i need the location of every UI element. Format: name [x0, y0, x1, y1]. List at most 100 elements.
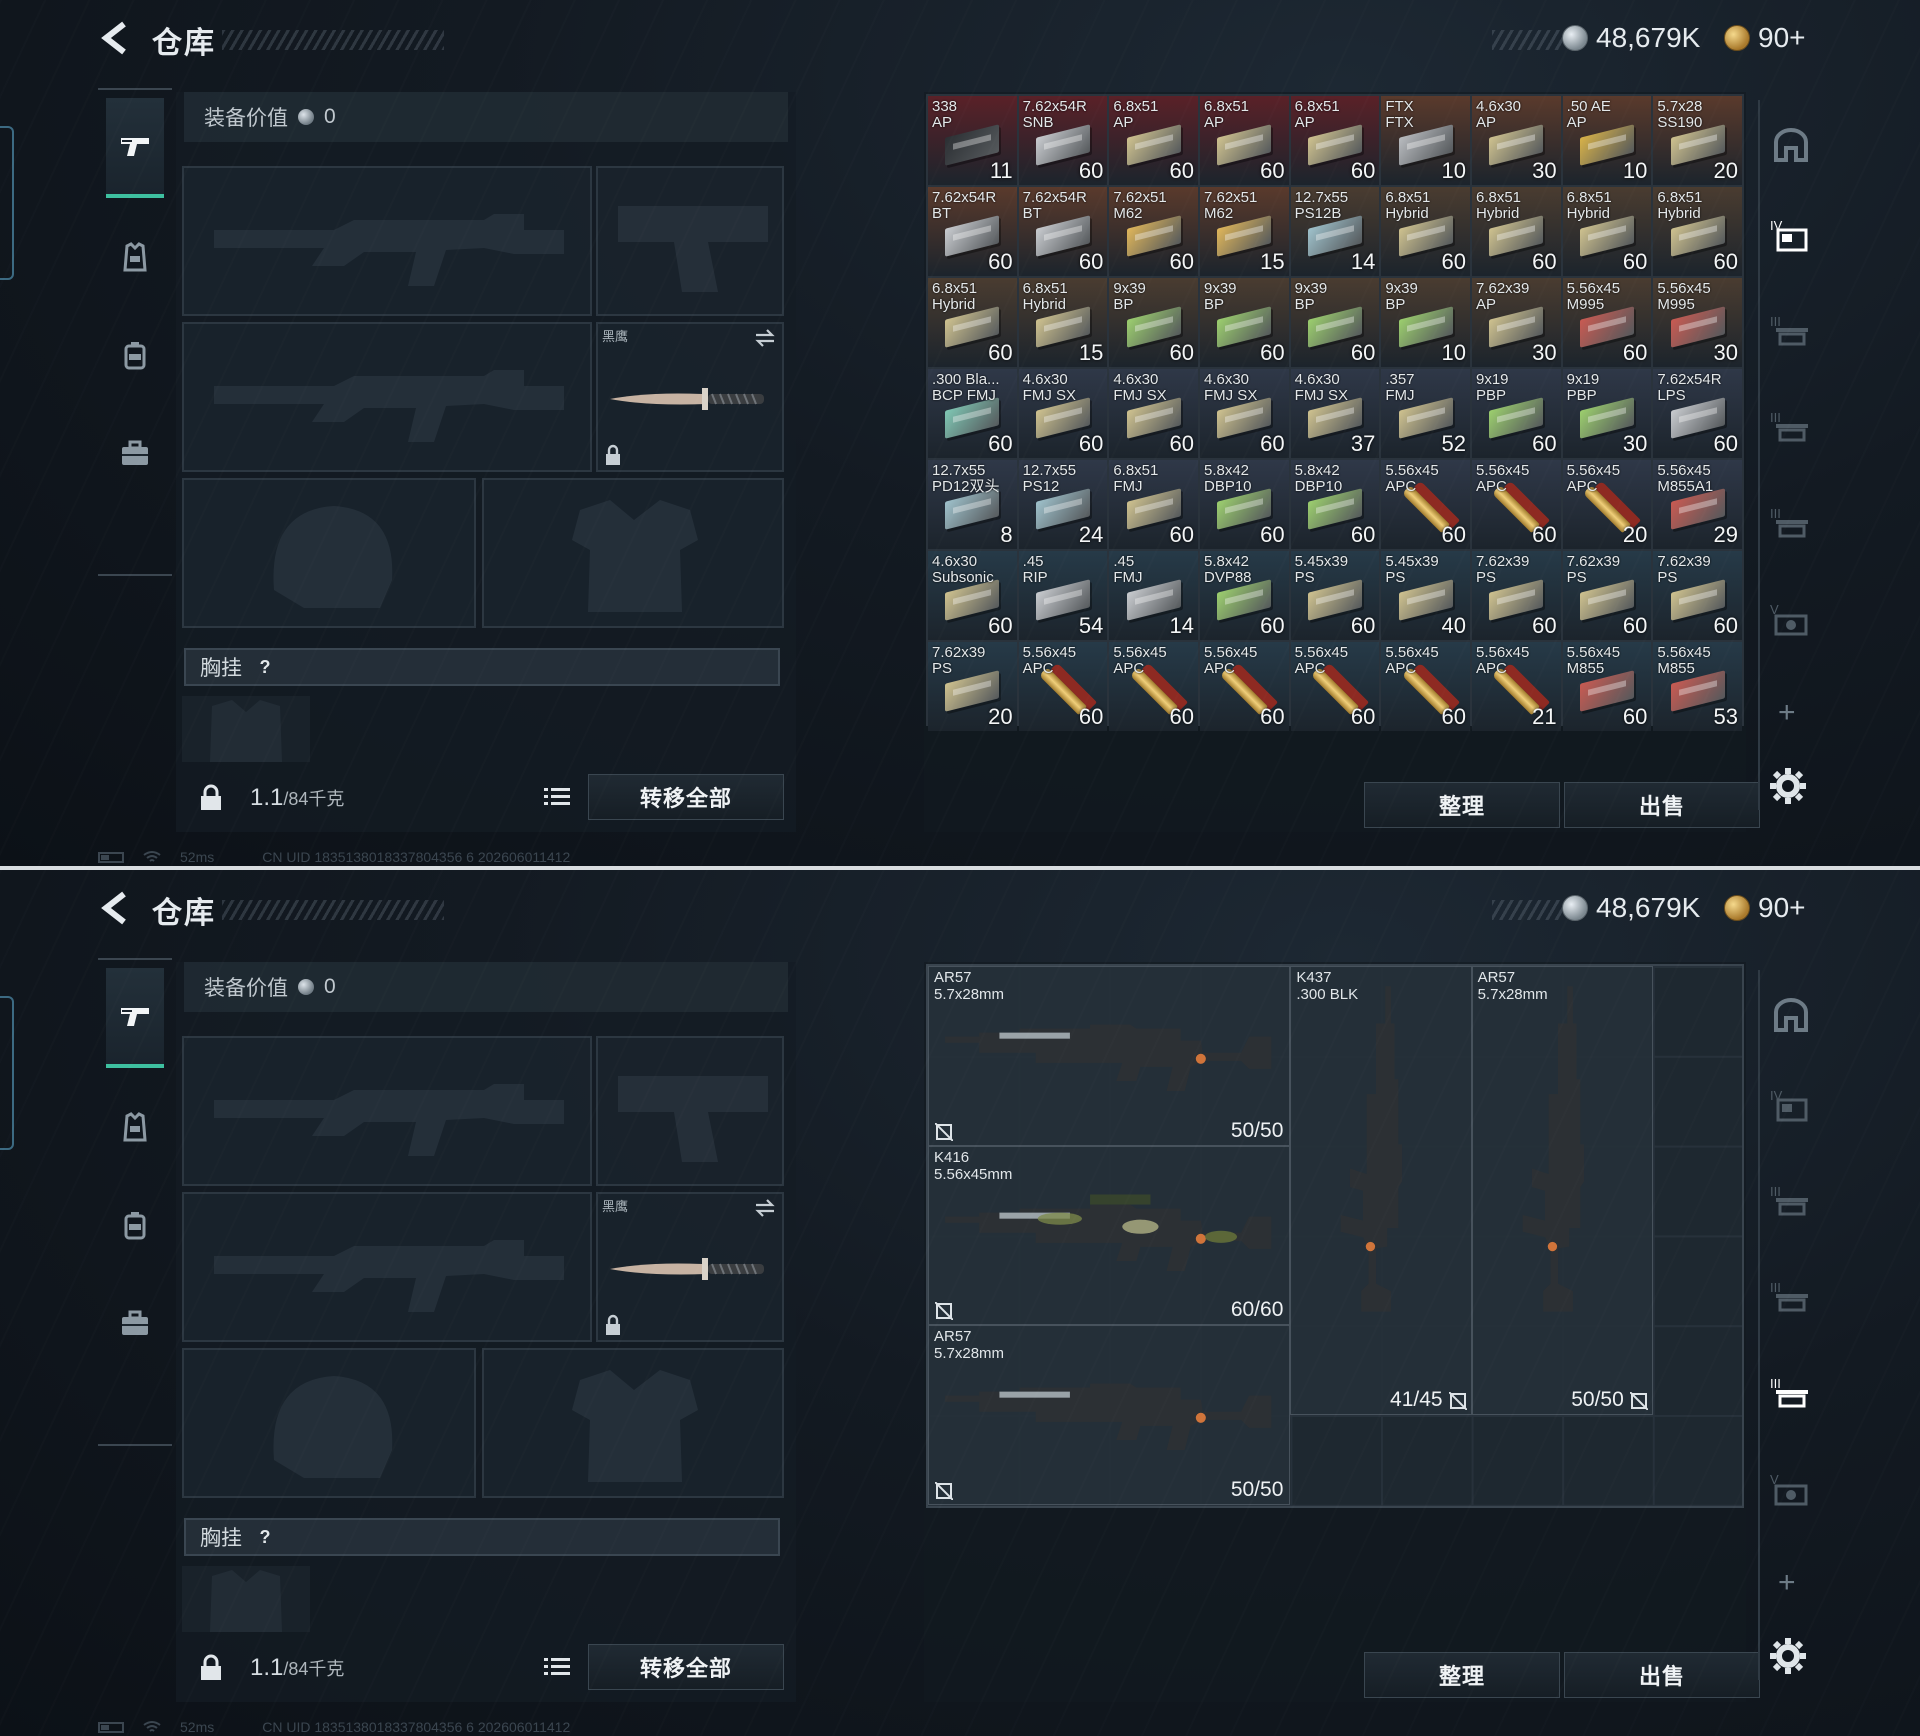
- ammo-cell[interactable]: 5.56x45 APC 60: [1109, 642, 1198, 731]
- rail-tab-page-4[interactable]: IV: [1766, 1080, 1816, 1132]
- ammo-cell[interactable]: .300 Bla... BCP FMJ 60: [928, 369, 1017, 458]
- silver-currency[interactable]: 48,679K: [1562, 890, 1700, 926]
- ammo-cell[interactable]: FTX FTX 10: [1381, 96, 1470, 185]
- ammo-cell[interactable]: 5.56x45 APC 60: [1381, 642, 1470, 731]
- ammo-cell[interactable]: 5.56x45 APC 60: [1290, 642, 1380, 731]
- melee-slot[interactable]: 黑鹰: [596, 322, 784, 472]
- ammo-cell[interactable]: 6.8x51 AP 60: [1109, 96, 1198, 185]
- add-page-button[interactable]: +: [1778, 696, 1796, 730]
- ammo-cell[interactable]: 5.56x45 M855A1 29: [1653, 460, 1742, 549]
- transfer-all-button[interactable]: 转移全部: [588, 1644, 784, 1690]
- ammo-cell[interactable]: 9x39 BP 60: [1290, 278, 1380, 367]
- gold-currency[interactable]: 90+: [1724, 890, 1806, 926]
- chest-rig-slot[interactable]: [182, 1566, 310, 1632]
- ammo-cell[interactable]: 6.8x51 AP 60: [1290, 96, 1380, 185]
- rail-weapons[interactable]: [106, 968, 164, 1068]
- swap-icon[interactable]: [754, 328, 776, 348]
- ammo-cell[interactable]: .45 FMJ 14: [1109, 551, 1198, 640]
- ammo-cell[interactable]: 5.56x45 APC 20: [1562, 460, 1652, 549]
- add-page-button[interactable]: +: [1778, 1566, 1796, 1600]
- settings-gear-icon[interactable]: [1768, 766, 1808, 806]
- ammo-cell[interactable]: 6.8x51 FMJ 60: [1109, 460, 1198, 549]
- rail-backpack[interactable]: [106, 1178, 164, 1274]
- weapon-card[interactable]: K437 .300 BLK 41/45: [1290, 966, 1472, 1415]
- ammo-cell[interactable]: .45 RIP 54: [1018, 551, 1108, 640]
- ammo-cell[interactable]: 5.56x45 M855 60: [1562, 642, 1652, 731]
- ammo-cell[interactable]: 4.6x30 FMJ SX 60: [1199, 369, 1289, 458]
- side-drawer-tab[interactable]: [0, 996, 14, 1150]
- ammo-cell[interactable]: 7.62x54R LPS 60: [1653, 369, 1742, 458]
- ammo-cell[interactable]: 7.62x39 PS 60: [1471, 551, 1561, 640]
- ammo-cell[interactable]: 7.62x39 PS 60: [1562, 551, 1652, 640]
- ammo-cell[interactable]: 9x19 PBP 30: [1562, 369, 1652, 458]
- ammo-cell[interactable]: 6.8x51 Hybrid 15: [1018, 278, 1108, 367]
- weapon-card[interactable]: AR57 5.7x28mm 50/50: [1471, 966, 1653, 1415]
- rail-tab-page-3a[interactable]: III: [1766, 1176, 1816, 1228]
- rail-tab-page-3c[interactable]: III: [1766, 1368, 1816, 1420]
- rail-case[interactable]: [106, 1276, 164, 1372]
- rail-tab-safe[interactable]: [1766, 990, 1816, 1042]
- settings-gear-icon[interactable]: [1768, 1636, 1808, 1676]
- ammo-cell[interactable]: 4.6x30 FMJ SX 60: [1018, 369, 1108, 458]
- ammo-cell[interactable]: 6.8x51 Hybrid 60: [928, 278, 1017, 367]
- ammo-cell[interactable]: 5.56x45 M995 60: [1562, 278, 1652, 367]
- sell-button[interactable]: 出售: [1564, 1652, 1760, 1698]
- rail-armor[interactable]: [106, 210, 164, 306]
- ammo-cell[interactable]: 5.45x39 PS 40: [1381, 551, 1470, 640]
- rail-backpack[interactable]: [106, 308, 164, 404]
- sidearm-slot[interactable]: [596, 166, 784, 316]
- secondary-weapon-slot[interactable]: [182, 1192, 592, 1342]
- ammo-cell[interactable]: 9x39 BP 10: [1381, 278, 1470, 367]
- ammo-cell[interactable]: 5.56x45 APC 21: [1471, 642, 1561, 731]
- rail-tab-page-3b[interactable]: III: [1766, 402, 1816, 454]
- ammo-cell[interactable]: .50 AE AP 10: [1562, 96, 1652, 185]
- ammo-cell[interactable]: 7.62x54R SNB 60: [1018, 96, 1108, 185]
- body-armor-slot[interactable]: [482, 478, 784, 628]
- list-view-button[interactable]: [532, 1646, 582, 1688]
- rail-tab-page-5[interactable]: V: [1766, 1464, 1816, 1516]
- ammo-cell[interactable]: 9x39 BP 60: [1109, 278, 1198, 367]
- ammo-cell[interactable]: 5.8x42 DBP10 60: [1290, 460, 1380, 549]
- help-icon[interactable]: ?: [254, 1526, 276, 1548]
- weapon-card[interactable]: K416 5.56x45mm 60/60: [928, 1145, 1291, 1326]
- swap-icon[interactable]: [754, 1198, 776, 1218]
- sidearm-slot[interactable]: [596, 1036, 784, 1186]
- ammo-cell[interactable]: 12.7x55 PS12B 14: [1290, 187, 1380, 276]
- body-armor-slot[interactable]: [482, 1348, 784, 1498]
- back-button[interactable]: [98, 20, 132, 56]
- organize-button[interactable]: 整理: [1364, 1652, 1560, 1698]
- list-view-button[interactable]: [532, 776, 582, 818]
- helmet-slot[interactable]: [182, 1348, 476, 1498]
- silver-currency[interactable]: 48,679K: [1562, 20, 1700, 56]
- rail-tab-page-3a[interactable]: III: [1766, 306, 1816, 358]
- ammo-cell[interactable]: 6.8x51 Hybrid 60: [1471, 187, 1561, 276]
- sell-button[interactable]: 出售: [1564, 782, 1760, 828]
- gold-currency[interactable]: 90+: [1724, 20, 1806, 56]
- rail-weapons[interactable]: [106, 98, 164, 198]
- rail-tab-page-3b[interactable]: III: [1766, 1272, 1816, 1324]
- ammo-cell[interactable]: 338 AP 11: [928, 96, 1017, 185]
- ammo-cell[interactable]: 5.7x28 SS190 20: [1653, 96, 1742, 185]
- primary-weapon-slot[interactable]: [182, 1036, 592, 1186]
- secondary-weapon-slot[interactable]: [182, 322, 592, 472]
- ammo-cell[interactable]: 5.56x45 M855 53: [1653, 642, 1742, 731]
- ammo-cell[interactable]: 9x19 PBP 60: [1471, 369, 1561, 458]
- rail-tab-page-3c[interactable]: III: [1766, 498, 1816, 550]
- ammo-cell[interactable]: 4.6x30 AP 30: [1471, 96, 1561, 185]
- ammo-cell[interactable]: 12.7x55 PD12双头 8: [928, 460, 1017, 549]
- ammo-cell[interactable]: 7.62x54R BT 60: [1018, 187, 1108, 276]
- ammo-cell[interactable]: 7.62x39 PS 60: [1653, 551, 1742, 640]
- ammo-cell[interactable]: 5.8x42 DVP88 60: [1199, 551, 1289, 640]
- weapon-card[interactable]: AR57 5.7x28mm 50/50: [928, 966, 1291, 1146]
- ammo-cell[interactable]: .357 FMJ 52: [1381, 369, 1470, 458]
- ammo-cell[interactable]: 5.56x45 APC 60: [1471, 460, 1561, 549]
- ammo-cell[interactable]: 9x39 BP 60: [1199, 278, 1289, 367]
- help-icon[interactable]: ?: [254, 656, 276, 678]
- ammo-cell[interactable]: 4.6x30 FMJ SX 37: [1290, 369, 1380, 458]
- ammo-cell[interactable]: 7.62x51 M62 60: [1109, 187, 1198, 276]
- ammo-cell[interactable]: 6.8x51 AP 60: [1199, 96, 1289, 185]
- rail-tab-page-5[interactable]: V: [1766, 594, 1816, 646]
- back-button[interactable]: [98, 890, 132, 926]
- ammo-cell[interactable]: 7.62x51 M62 15: [1199, 187, 1289, 276]
- ammo-cell[interactable]: 5.56x45 APC 60: [1199, 642, 1289, 731]
